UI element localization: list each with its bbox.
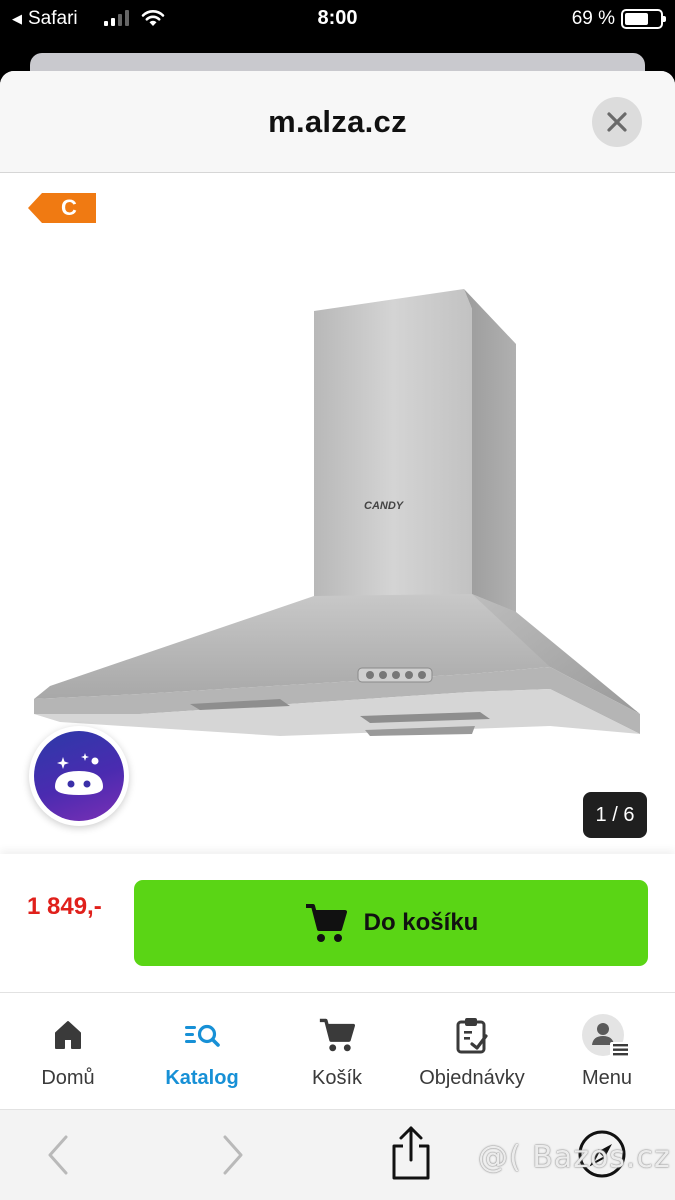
add-to-cart-label: Do košíku	[363, 909, 479, 936]
nav-label-orders: Objednávky	[419, 1067, 525, 1089]
status-bar: ◀ Safari 8:00 69 %	[0, 0, 675, 38]
energy-label-badge[interactable]: C	[28, 193, 96, 223]
add-to-cart-button[interactable]: Do košíku	[134, 880, 648, 966]
brand-logo-on-image: CANDY	[364, 500, 405, 512]
watermark: @( Bazos.cz	[478, 1140, 671, 1175]
battery-icon	[621, 9, 666, 29]
sheet-header: m.alza.cz	[0, 71, 675, 173]
chevron-right-icon	[223, 1135, 243, 1175]
nav-label-home: Domů	[41, 1067, 95, 1089]
cart-icon	[305, 904, 347, 942]
orders-clipboard-icon	[456, 1018, 488, 1054]
nav-item-home[interactable]: Domů	[18, 993, 118, 1111]
energy-class: C	[42, 193, 96, 223]
nav-label-catalog: Katalog	[165, 1067, 239, 1089]
web-sheet: m.alza.cz C CANDY 1 / 6 1 849,- Do košík…	[0, 71, 675, 1200]
nav-item-cart[interactable]: Košík	[287, 993, 387, 1111]
forward-button[interactable]	[203, 1130, 263, 1180]
nav-item-orders[interactable]: Objednávky	[412, 993, 532, 1111]
cart-icon	[319, 1018, 356, 1052]
product-gallery[interactable]: C CANDY 1 / 6	[0, 174, 675, 854]
buy-bar: 1 849,- Do košíku	[0, 854, 675, 992]
nav-label-menu: Menu	[581, 1067, 633, 1089]
share-button[interactable]	[381, 1122, 441, 1184]
nav-item-catalog[interactable]: Katalog	[150, 993, 254, 1111]
bottom-navigation: Domů Katalog Košík Objednávky Menu	[0, 992, 675, 1110]
user-menu-icon	[582, 1014, 630, 1057]
image-counter: 1 / 6	[583, 792, 647, 838]
battery-percent: 69 %	[571, 8, 615, 29]
ai-assistant-icon	[55, 753, 103, 795]
nav-item-menu[interactable]: Menu	[557, 993, 657, 1111]
back-button[interactable]	[28, 1130, 88, 1180]
home-icon	[55, 1021, 81, 1049]
product-image-cooker-hood: CANDY	[34, 289, 640, 736]
safari-toolbar: @( Bazos.cz	[0, 1110, 675, 1200]
close-icon	[607, 112, 627, 132]
share-icon	[392, 1126, 430, 1180]
page-domain: m.alza.cz	[268, 104, 407, 139]
product-price: 1 849,-	[27, 893, 102, 920]
nav-label-cart: Košík	[311, 1067, 363, 1089]
catalog-search-icon	[185, 1024, 220, 1047]
ai-assistant-button[interactable]	[29, 726, 129, 826]
close-button[interactable]	[592, 97, 642, 147]
chevron-left-icon	[48, 1135, 68, 1175]
